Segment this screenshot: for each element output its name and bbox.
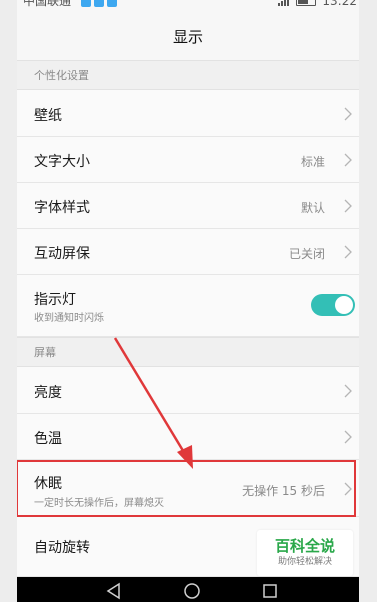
row-value: 标准 [300,155,325,169]
chevron-right-icon [344,384,352,398]
page-title: 显示 [172,27,203,46]
status-right: 13:22 [278,0,357,9]
settings-row-brightness[interactable]: 亮度 [17,367,359,414]
row-sublabel: 一定时长无操作后，屏幕熄灭 [34,498,164,509]
row-label: 互动屏保 [34,246,90,262]
watermark-logo: 百科全说 助你轻松解决 [257,530,353,576]
row-label: 壁纸 [34,108,62,124]
watermark-main: 百科全说 [274,537,335,555]
row-label: 自动旋转 [34,540,90,556]
section-title: 个性化设置 [34,69,89,82]
settings-row-font-style[interactable]: 字体样式 默认 [17,183,359,229]
status-bar: 中国联通 13:22 [17,0,359,12]
recents-square-icon[interactable] [261,582,279,600]
row-label: 文字大小 [34,154,90,170]
back-triangle-icon[interactable] [105,582,123,600]
home-circle-icon[interactable] [183,582,201,600]
row-label: 指示灯 [34,292,76,308]
row-sublabel: 收到通知时闪烁 [34,313,104,324]
settings-row-screensaver[interactable]: 互动屏保 已关闭 [17,229,359,275]
settings-row-wallpaper[interactable]: 壁纸 [17,90,359,137]
settings-row-text-size[interactable]: 文字大小 标准 [17,137,359,183]
section-title: 屏幕 [34,346,56,359]
chevron-right-icon [344,107,352,121]
toggle-knob [335,296,353,314]
row-label: 色温 [34,431,62,447]
indicator-light-toggle[interactable] [311,294,355,316]
row-label: 亮度 [34,385,62,401]
row-value: 默认 [300,201,325,215]
navigation-bar [17,577,359,602]
row-label: 字体样式 [34,200,90,216]
chevron-right-icon [344,199,352,213]
settings-row-sleep[interactable]: 休眠 一定时长无操作后，屏幕熄灭 无操作 15 秒后 [17,460,359,517]
section-header-screen: 屏幕 [17,337,359,367]
settings-row-color-temperature[interactable]: 色温 [17,414,359,460]
clock: 13:22 [322,0,357,8]
watermark-sub: 助你轻松解决 [277,557,332,567]
title-bar: 显示 [17,12,359,60]
row-label: 休眠 [34,476,62,492]
settings-screen: 中国联通 13:22 显示 个性化设置 壁纸 文字大小 标准 字体样式 默认 互… [17,0,359,602]
chevron-right-icon [344,245,352,259]
row-value: 已关闭 [288,247,325,261]
signal-icon [278,0,290,6]
notification-icon [81,0,91,7]
row-value: 无操作 15 秒后 [242,484,325,498]
battery-icon [296,0,317,6]
carrier-name: 中国联通 [23,0,72,8]
chevron-right-icon [344,482,352,496]
notification-icon [94,0,104,7]
chevron-right-icon [344,153,352,167]
chevron-right-icon [344,430,352,444]
section-header-personalization: 个性化设置 [17,60,359,90]
settings-row-indicator-light: 指示灯 收到通知时闪烁 [17,275,359,337]
notification-icons [81,0,117,7]
notification-icon [107,0,117,7]
